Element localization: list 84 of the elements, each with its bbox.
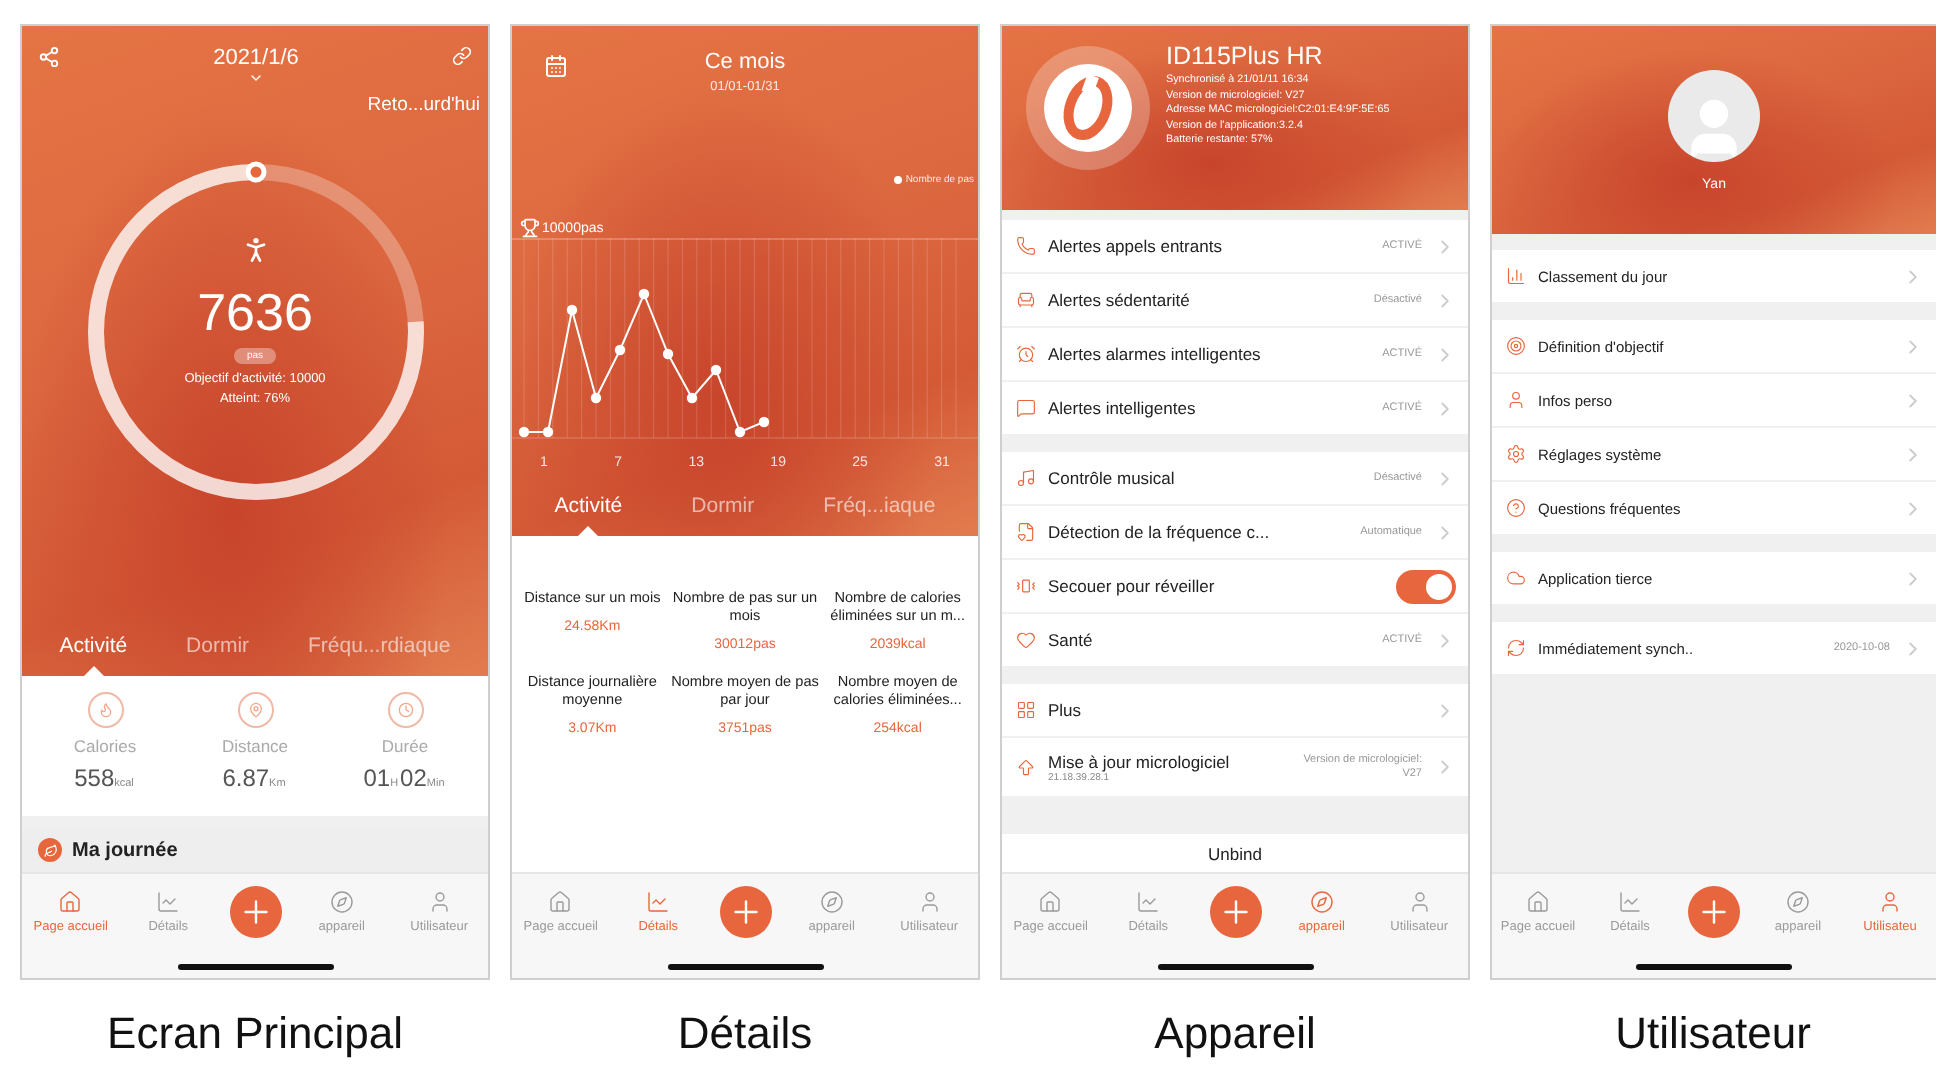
compass-icon [1786,890,1810,914]
chart-icon [156,890,181,914]
clock-badge-icon [387,692,423,728]
alarm-clock-icon [1016,344,1036,365]
add-button[interactable] [229,886,281,938]
row-label: Santé [1048,630,1095,651]
device-name: ID115Plus HR [1166,42,1325,70]
plus-icon [1696,894,1732,930]
user-icon [1878,890,1902,914]
avatar[interactable] [1668,69,1760,161]
home-icon [58,890,83,914]
help-icon [1506,498,1526,518]
music-icon [1016,468,1036,489]
chart-icon [1136,890,1161,914]
stat-label: Distance [221,736,289,756]
row-label: Mise à jour micrologiciel [1048,751,1232,772]
cloud-icon [1506,568,1526,588]
screen-caption: Appareil [1154,1008,1316,1060]
row-label: Contrôle musical [1048,468,1177,489]
section-tab[interactable]: Fréq...iaque [819,482,940,536]
stat-label: Durée [381,736,429,756]
section-tab[interactable]: Activité [55,622,132,676]
add-button[interactable] [1209,886,1261,938]
row-label: Détection de la fréquence c... [1048,522,1272,543]
leaf-badge-icon [38,838,62,862]
section-tab[interactable]: Dormir [687,482,759,536]
row-label: Alertes appels entrants [1048,236,1224,257]
ring-knob [244,161,266,183]
compass-icon [329,890,354,914]
section-tab[interactable]: Activité [550,482,627,536]
arrow-up-icon [1016,757,1036,778]
grid-icon [1016,700,1036,721]
link-icon[interactable] [451,46,472,66]
unbind-button[interactable]: Unbind [1002,834,1468,872]
add-button[interactable] [719,886,771,938]
section-title: Ma journée [72,839,178,861]
heart-file-icon [1016,522,1036,543]
user-icon [427,890,452,914]
section-tab[interactable]: Dormir [182,622,254,676]
row-label: Alertes intelligentes [1048,398,1198,419]
chair-icon [1016,290,1036,311]
vibration-icon [1016,576,1036,597]
device-logo [1042,62,1134,154]
period-title: Ce mois [704,50,786,74]
row-label: Alertes alarmes intelligentes [1048,344,1263,365]
heart-icon [1016,630,1036,651]
home-icon [1526,890,1550,914]
message-icon [1016,398,1036,419]
row-label: Secouer pour réveiller [1048,576,1217,597]
sync-icon [1506,638,1526,658]
target-icon [1506,336,1526,356]
row-label: Alertes sédentarité [1048,290,1192,311]
home-icon [548,890,573,914]
stat-label: Calories [73,736,137,756]
user-icon [917,890,942,914]
step-count: 7636 [197,282,313,344]
user-icon [1506,390,1526,410]
legend-dot [893,176,902,184]
trophy-icon [520,218,540,238]
bar-chart-icon [1506,266,1526,286]
toggle-switch[interactable] [1396,569,1456,604]
screen-caption: Utilisateur [1615,1008,1811,1060]
row-label: Plus [1048,700,1084,721]
share-icon[interactable] [38,46,60,68]
add-button[interactable] [1688,886,1740,938]
gear-icon [1506,444,1526,464]
chart-icon [646,890,671,914]
settings-row[interactable]: Plus [1002,684,1468,739]
compass-icon [1309,890,1334,914]
user-icon [1407,890,1432,914]
phone-icon [1016,236,1036,257]
chart-icon [1618,890,1642,914]
date-label: 2021/1/6 [213,46,299,70]
compass-icon [819,890,844,914]
screen-caption: Détails [677,1008,813,1060]
calendar-icon[interactable] [544,54,568,78]
screen-caption: Ecran Principal [107,1008,403,1060]
today-link[interactable]: Reto...urd'hui [367,94,480,116]
home-icon [1038,890,1063,914]
settings-row[interactable]: Secouer pour réveiller [1002,560,1468,615]
flame-badge-icon [87,692,123,728]
chevron-down-icon[interactable] [247,70,264,86]
section-tab[interactable]: Fréqu...rdiaque [304,622,455,676]
pin-badge-icon [237,692,273,728]
